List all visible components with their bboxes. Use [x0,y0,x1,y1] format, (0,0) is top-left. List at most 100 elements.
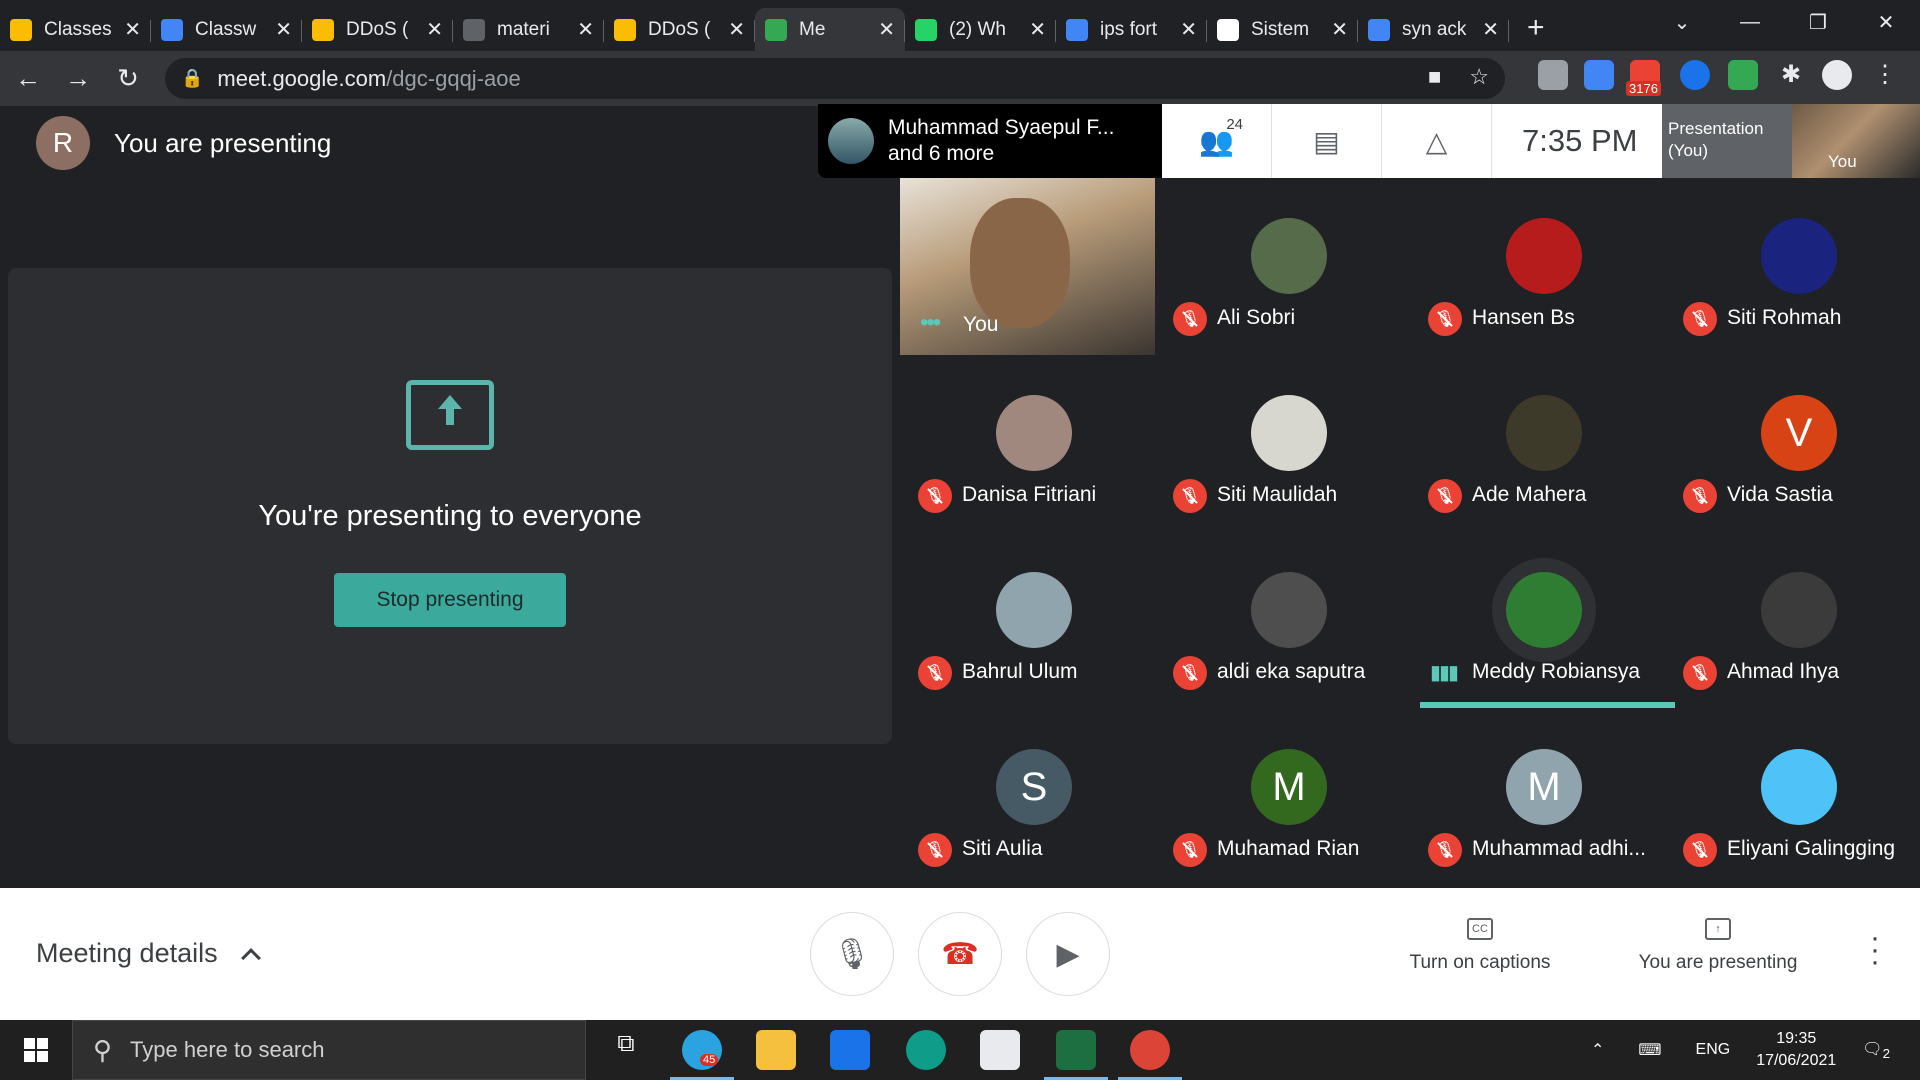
minimize-button[interactable]: — [1716,0,1784,44]
avatar [1251,572,1327,648]
activities-button[interactable]: △ [1382,104,1492,178]
reload-icon[interactable]: ↻ [106,63,150,94]
taskbar-clock[interactable]: 19:35 17/06/2021 [1756,1028,1836,1072]
participant-tile[interactable]: 🎙 Ahmad Ihya [1665,532,1920,709]
presentation-thumbnail[interactable]: Presentation (You) [1662,104,1792,178]
stop-presenting-button[interactable]: Stop presenting [334,573,566,627]
avatar: S [996,749,1072,825]
browser-tab[interactable]: syn ack ✕ [1358,8,1509,51]
participant-tile[interactable]: 🎙 Ali Sobri [1155,178,1410,355]
tab-close-icon[interactable]: ✕ [426,17,443,42]
infinity-extension-icon[interactable] [1680,60,1710,90]
leave-call-button[interactable]: ☎ [918,912,1002,996]
browser-tab[interactable]: (2) Wh ✕ [905,8,1056,51]
tab-close-icon[interactable]: ✕ [1029,17,1046,42]
captions-button[interactable]: CC Turn on captions [1400,918,1560,974]
mic-icon: 🎙 [832,937,872,971]
puzzle-extensions-icon[interactable]: ✱ [1776,60,1806,90]
keyboard-icon[interactable]: ⌨ [1638,1040,1661,1060]
browser-tab[interactable]: ips fort ✕ [1056,8,1207,51]
participant-tile[interactable]: V 🎙 Vida Sastia [1665,355,1920,532]
tab-close-icon[interactable]: ✕ [1482,17,1499,42]
tray-chevron-up-icon[interactable]: ⌃ [1591,1040,1604,1060]
task-view-icon[interactable]: ⧉ [606,1030,646,1070]
browser-tab[interactable]: DDoS (✕ [302,8,453,51]
tab-label: ips fort [1100,18,1158,40]
participant-tile[interactable]: 🎙 aldi eka saputra [1155,532,1410,709]
mic-muted-icon: 🎙 [918,656,952,690]
store-icon[interactable] [980,1030,1020,1070]
avatar [1506,218,1582,294]
lock-icon[interactable]: 🔒 [181,68,203,89]
browser-tab[interactable]: Classw ✕ [151,8,302,51]
present-now-button[interactable]: ↑ You are presenting [1628,918,1808,974]
tab-close-icon[interactable]: ✕ [124,17,141,42]
profile-avatar[interactable] [1822,60,1852,90]
participant-tile[interactable]: 🎙 Hansen Bs [1410,178,1665,355]
back-icon[interactable]: ← [6,63,50,94]
mail-icon[interactable] [830,1030,870,1070]
browser-tab[interactable]: Classes ✕ [0,8,151,51]
meeting-details-button[interactable]: Meeting details [36,938,261,969]
chrome-icon[interactable] [1118,1030,1182,1080]
address-bar[interactable]: 🔒 meet.google.com/dgc-gqqj-aoe ■ ☆ [165,58,1505,99]
participants-button[interactable]: 👥 24 [1162,104,1272,178]
camera-indicator-icon[interactable]: ■ [1428,64,1441,90]
participant-tile[interactable]: S 🎙 Siti Aulia [900,709,1155,886]
browser-menu-icon[interactable]: ⋮ [1870,60,1900,90]
participant-tile[interactable]: M 🎙 Muhamad Rian [1155,709,1410,886]
browser-tab[interactable]: Sistem ✕ [1207,8,1358,51]
participant-tile[interactable]: ▮▮▮ Meddy Robiansya [1410,532,1675,709]
more-options-icon[interactable]: · · · [1870,923,1880,977]
microphone-button[interactable]: 🎙 [810,912,894,996]
notification-center-icon[interactable]: 🗨2 [1862,1039,1890,1061]
translate-extension-icon[interactable] [1584,60,1614,90]
participant-tile[interactable]: 🎙 Bahrul Ulum [900,532,1155,709]
excel-icon[interactable] [1044,1030,1108,1080]
participant-tile[interactable]: 🎙 Ade Mahera [1410,355,1665,532]
chat-button[interactable]: ▤ [1272,104,1382,178]
language-indicator[interactable]: ENG [1696,1041,1731,1059]
tab-label: DDoS ( [648,18,711,40]
url-path: /dgc-gqqj-aoe [386,65,521,91]
edge-icon[interactable] [906,1030,946,1070]
speaking-indicator-icon: ▮▮▮ [1430,662,1459,684]
tab-close-icon[interactable]: ✕ [275,17,292,42]
tab-close-icon[interactable]: ✕ [878,17,895,42]
window-controls: ⌄ — ❐ ✕ [1648,0,1920,44]
browser-tab[interactable]: DDoS ( ✕ [604,8,755,51]
green-extension-icon[interactable] [1728,60,1758,90]
restore-button[interactable]: ❐ [1784,0,1852,44]
gmail-badge: 3176 [1626,81,1661,96]
camera-button[interactable]: ▶ [1026,912,1110,996]
participant-tile[interactable]: 🎙 Eliyani Galingging [1665,709,1920,886]
tab-search-icon[interactable]: ⌄ [1648,0,1716,44]
tab-favicon-icon [1217,18,1239,41]
new-tab-button[interactable]: + [1527,11,1545,45]
tab-close-icon[interactable]: ✕ [728,17,745,42]
self-video-thumbnail[interactable]: You [1792,104,1920,178]
participant-tile[interactable]: 🎙 Danisa Fitriani [900,355,1155,532]
file-explorer-icon[interactable] [756,1030,796,1070]
tab-close-icon[interactable]: ✕ [1180,17,1197,42]
tab-favicon-icon [463,18,485,41]
forward-icon[interactable]: → [56,63,100,94]
participant-tile[interactable]: 🎙 Siti Maulidah [1155,355,1410,532]
browser-tab[interactable]: Me ✕ [755,8,905,51]
avatar [1506,395,1582,471]
bookmark-star-icon[interactable]: ☆ [1469,64,1489,90]
tab-close-icon[interactable]: ✕ [1331,17,1348,42]
browser-tab[interactable]: materi ✕ [453,8,604,51]
tab-favicon-icon [312,18,334,41]
reader-extension-icon[interactable] [1538,60,1568,90]
taskbar-search-box[interactable]: ⚲ Type here to search [72,1020,586,1080]
self-video-tile[interactable]: ••• You [900,178,1155,355]
participant-tile[interactable]: 🎙 Siti Rohmah [1665,178,1920,355]
close-window-button[interactable]: ✕ [1852,0,1920,44]
participant-tile[interactable]: M 🎙 Muhammad adhi... [1410,709,1665,886]
windows-start-button[interactable] [0,1020,72,1080]
tab-close-icon[interactable]: ✕ [577,17,594,42]
speaker-name: Muhammad Syaepul F... [888,116,1115,139]
meet-top-bar: 👥 24 ▤ △ 7:35 PM [1162,104,1662,178]
active-speaker-info[interactable]: Muhammad Syaepul F... and 6 more [818,104,1162,178]
